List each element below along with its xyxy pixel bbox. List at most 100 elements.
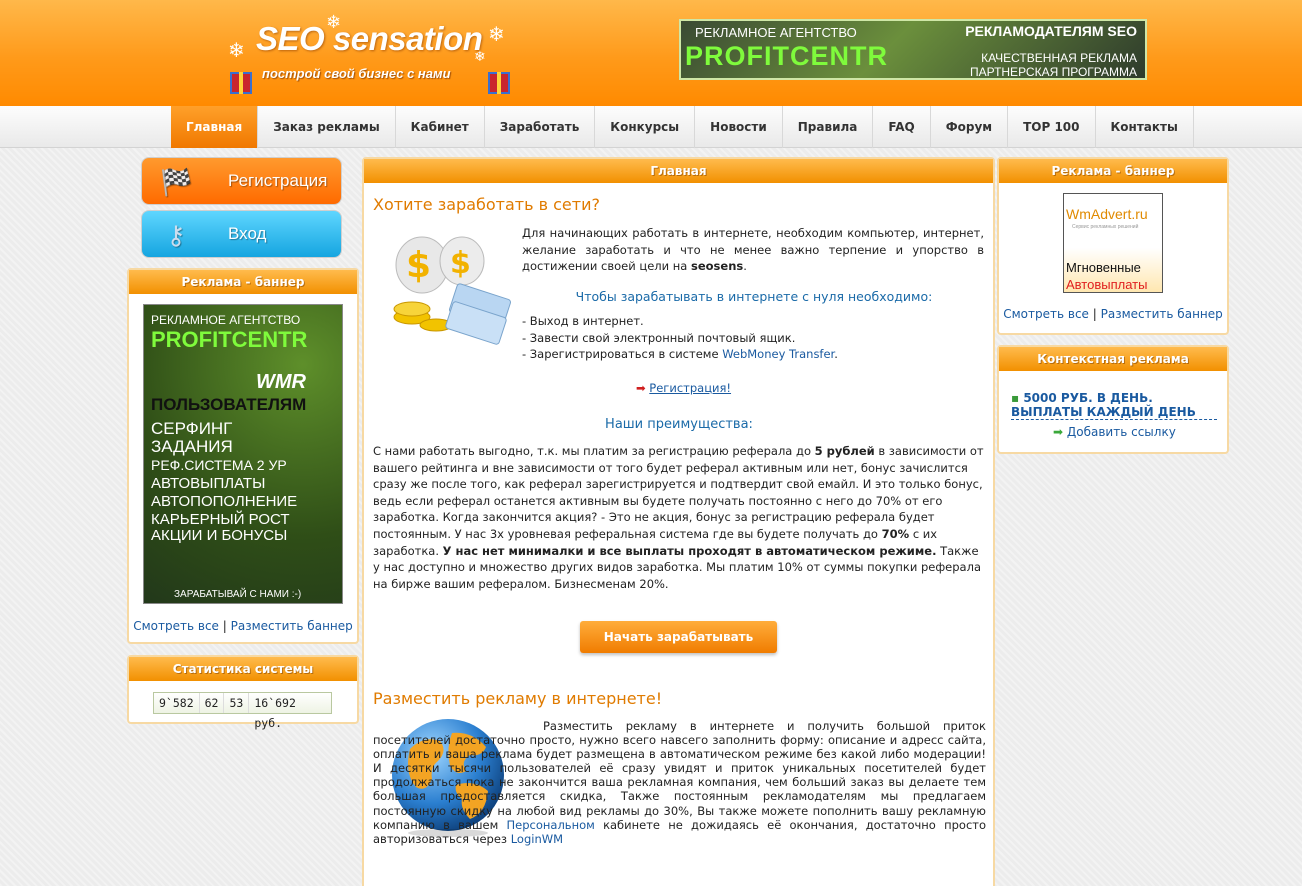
webmoney-link[interactable]: WebMoney Transfer bbox=[722, 347, 834, 361]
main-nav: Главная Заказ рекламы Кабинет Заработать… bbox=[0, 106, 1302, 148]
wm-brand: WmAdvert.ru bbox=[1066, 206, 1148, 222]
login-button-label: Вход bbox=[228, 224, 267, 243]
wmadvert-banner[interactable]: WmAdvert.ru Сервис рекламных решений Мгн… bbox=[1063, 193, 1163, 293]
nav-item-order-ads[interactable]: Заказ рекламы bbox=[258, 106, 396, 148]
profitcentr-banner[interactable]: РЕКЛАМНОЕ АГЕНТСТВО PROFITCENTR WMR ПОЛЬ… bbox=[143, 304, 343, 604]
stats-box: Статистика системы 9`582 62 53 16`692 ру… bbox=[127, 655, 359, 730]
top-banner-profitcentr[interactable]: РЕКЛАМНОЕ АГЕНТСТВО PROFITCENTR РЕКЛАМОД… bbox=[679, 19, 1147, 80]
adv-text: С нами работать выгодно, т.к. мы платим … bbox=[373, 444, 811, 458]
link-separator: | bbox=[222, 619, 227, 633]
top-banner-right-text: КАЧЕСТВЕННАЯ РЕКЛАМА ПАРТНЕРСКАЯ ПРОГРАМ… bbox=[970, 51, 1137, 79]
context-ad-link[interactable]: ▪ 5000 РУБ. В ДЕНЬ. ВЫПЛАТЫ КАЖДЫЙ ДЕНЬ bbox=[1011, 391, 1217, 420]
context-ad-box: Контекстная реклама ▪ 5000 РУБ. В ДЕНЬ. … bbox=[997, 345, 1229, 454]
svg-text:$: $ bbox=[450, 246, 471, 281]
place-banner-link[interactable]: Разместить баннер bbox=[1101, 307, 1223, 321]
top-banner-line2: PROFITCENTR bbox=[685, 41, 888, 71]
banner-line: ЗАРАБАТЫВАЙ С НАМИ :-) bbox=[174, 589, 302, 600]
loginwm-link[interactable]: LoginWM bbox=[511, 832, 563, 846]
nav-item-news[interactable]: Новости bbox=[695, 106, 783, 148]
adv-bold: У нас нет минималки и все выплаты проход… bbox=[442, 543, 937, 558]
logo-title: SEO sensation bbox=[256, 20, 483, 57]
box-title: Контекстная реклама bbox=[999, 347, 1227, 371]
intro-paragraph: Для начинающих работать в интернете, нео… bbox=[522, 225, 984, 275]
stat-value: 9`582 bbox=[154, 693, 200, 713]
adv-bold: 70% bbox=[881, 526, 910, 541]
nav-item-home[interactable]: Главная bbox=[171, 106, 259, 148]
need-item: - Выход в интернет. bbox=[522, 314, 644, 328]
left-banner-links: Смотреть все | Разместить баннер bbox=[129, 619, 357, 633]
wm-tagline: Сервис рекламных решений bbox=[1072, 224, 1139, 230]
link-separator: | bbox=[1092, 307, 1097, 321]
intro-brand: seosens bbox=[691, 259, 744, 274]
top-banner-line1: РЕКЛАМНОЕ АГЕНТСТВО bbox=[695, 25, 857, 40]
nav-item-contests[interactable]: Конкурсы bbox=[595, 106, 696, 148]
view-all-link[interactable]: Смотреть все bbox=[133, 619, 219, 633]
login-button[interactable]: ⚷ Вход bbox=[141, 210, 342, 258]
key-icon: ⚷ bbox=[166, 220, 186, 250]
stat-value: 16`692 руб. bbox=[249, 693, 331, 730]
banner-line: РЕФ.СИСТЕМА 2 УР bbox=[151, 457, 287, 473]
banner-line: АВТОВЫПЛАТЫ bbox=[151, 475, 266, 492]
box-title: Главная bbox=[364, 159, 993, 183]
view-all-link[interactable]: Смотреть все bbox=[1003, 307, 1089, 321]
wm-line1: Мгновенные bbox=[1066, 260, 1141, 275]
top-banner-right1: РЕКЛАМОДАТЕЛЯМ SEO bbox=[965, 23, 1137, 39]
banner-line: ЗАДАНИЯ bbox=[151, 437, 233, 456]
personal-cabinet-link[interactable]: Персональном bbox=[507, 818, 595, 832]
ad-text: Разместить рекламу в интернете и получит… bbox=[373, 719, 986, 832]
gift-icon bbox=[230, 72, 252, 94]
header: ❄ ❄ ❄ ❄ SEO sensation построй свой бизне… bbox=[0, 0, 1302, 106]
banner-line: КАРЬЕРНЫЙ РОСТ bbox=[151, 511, 290, 528]
need-title: Чтобы зарабатывать в интернете с нуля не… bbox=[575, 289, 933, 304]
checkered-flag-icon: 🏁 bbox=[160, 167, 193, 197]
banner-line: СЕРФИНГ bbox=[151, 419, 233, 438]
banner-line: WMR bbox=[256, 371, 306, 393]
need-item: - Завести свой электронный почтовый ящик… bbox=[522, 330, 796, 345]
banner-line: РЕКЛАМНОЕ АГЕНТСТВО bbox=[151, 313, 301, 327]
ad-paragraph: Разместить рекламу в интернете и получит… bbox=[373, 719, 986, 846]
box-title: Реклама - баннер bbox=[129, 270, 357, 294]
nav-item-cabinet[interactable]: Кабинет bbox=[396, 106, 485, 148]
nav-item-faq[interactable]: FAQ bbox=[873, 106, 931, 148]
advantages-title: Наши преимущества: bbox=[605, 417, 753, 432]
left-ad-banner-box: Реклама - баннер РЕКЛАМНОЕ АГЕНТСТВО PRO… bbox=[127, 268, 359, 644]
place-banner-link[interactable]: Разместить баннер bbox=[231, 619, 353, 633]
context-ad-line1: ▪ 5000 РУБ. В ДЕНЬ. bbox=[1011, 391, 1153, 405]
nav-item-contacts[interactable]: Контакты bbox=[1096, 106, 1194, 148]
logo-slogan: построй свой бизнес с нами bbox=[262, 66, 451, 81]
need-item-text: - Зарегистрироваться в системе bbox=[522, 347, 719, 362]
nav-item-rules[interactable]: Правила bbox=[783, 106, 874, 148]
need-item: - Зарегистрироваться в системе WebMoney … bbox=[522, 346, 984, 363]
need-list: - Выход в интернет. - Завести свой элект… bbox=[522, 313, 984, 363]
svg-text:$: $ bbox=[406, 245, 431, 286]
intro-text: Для начинающих работать в интернете, нео… bbox=[522, 226, 984, 274]
context-ad-line2: ВЫПЛАТЫ КАЖДЫЙ ДЕНЬ bbox=[1011, 405, 1196, 419]
banner-line: ПОЛЬЗОВАТЕЛЯМ bbox=[151, 395, 307, 414]
right-ad-banner-box: Реклама - баннер WmAdvert.ru Сервис рекл… bbox=[997, 157, 1229, 335]
banner-line: АКЦИИ И БОНУСЫ bbox=[151, 527, 288, 544]
nav-item-top100[interactable]: TOP 100 bbox=[1008, 106, 1096, 148]
add-link-row: ➡ Добавить ссылку bbox=[1053, 425, 1176, 439]
main-content-box: Главная Хотите заработать в сети? $ $ Дл… bbox=[362, 157, 995, 886]
register-button[interactable]: 🏁 Регистрация bbox=[141, 157, 342, 205]
stat-value: 53 bbox=[224, 693, 250, 713]
advantages-paragraph: С нами работать выгодно, т.к. мы платим … bbox=[373, 443, 986, 592]
top-banner-right3: ПАРТНЕРСКАЯ ПРОГРАММА bbox=[969, 65, 1137, 79]
add-link[interactable]: Добавить ссылку bbox=[1067, 425, 1176, 439]
register-link-row: ➡ Регистрация! bbox=[636, 381, 731, 395]
snowflake-icon: ❄ bbox=[228, 38, 245, 62]
start-earning-button[interactable]: Начать зарабатывать bbox=[580, 621, 777, 653]
register-link[interactable]: Регистрация! bbox=[649, 381, 731, 395]
nav-item-forum[interactable]: Форум bbox=[931, 106, 1009, 148]
banner-line: PROFITCENTR bbox=[151, 327, 308, 352]
wm-line2: Автовыплаты bbox=[1066, 277, 1148, 292]
snowflake-icon: ❄ bbox=[488, 22, 505, 46]
intro-end: . bbox=[743, 259, 747, 274]
nav-item-earn[interactable]: Заработать bbox=[485, 106, 596, 148]
stats-counter: 9`582 62 53 16`692 руб. bbox=[153, 692, 332, 730]
right-banner-links: Смотреть все | Разместить баннер bbox=[999, 307, 1227, 321]
stat-value: 62 bbox=[199, 693, 225, 713]
ad-title: Разместить рекламу в интернете! bbox=[373, 689, 663, 708]
money-bags-icon: $ $ bbox=[393, 236, 511, 345]
site-logo[interactable]: ❄ ❄ ❄ ❄ SEO sensation построй свой бизне… bbox=[226, 14, 516, 98]
